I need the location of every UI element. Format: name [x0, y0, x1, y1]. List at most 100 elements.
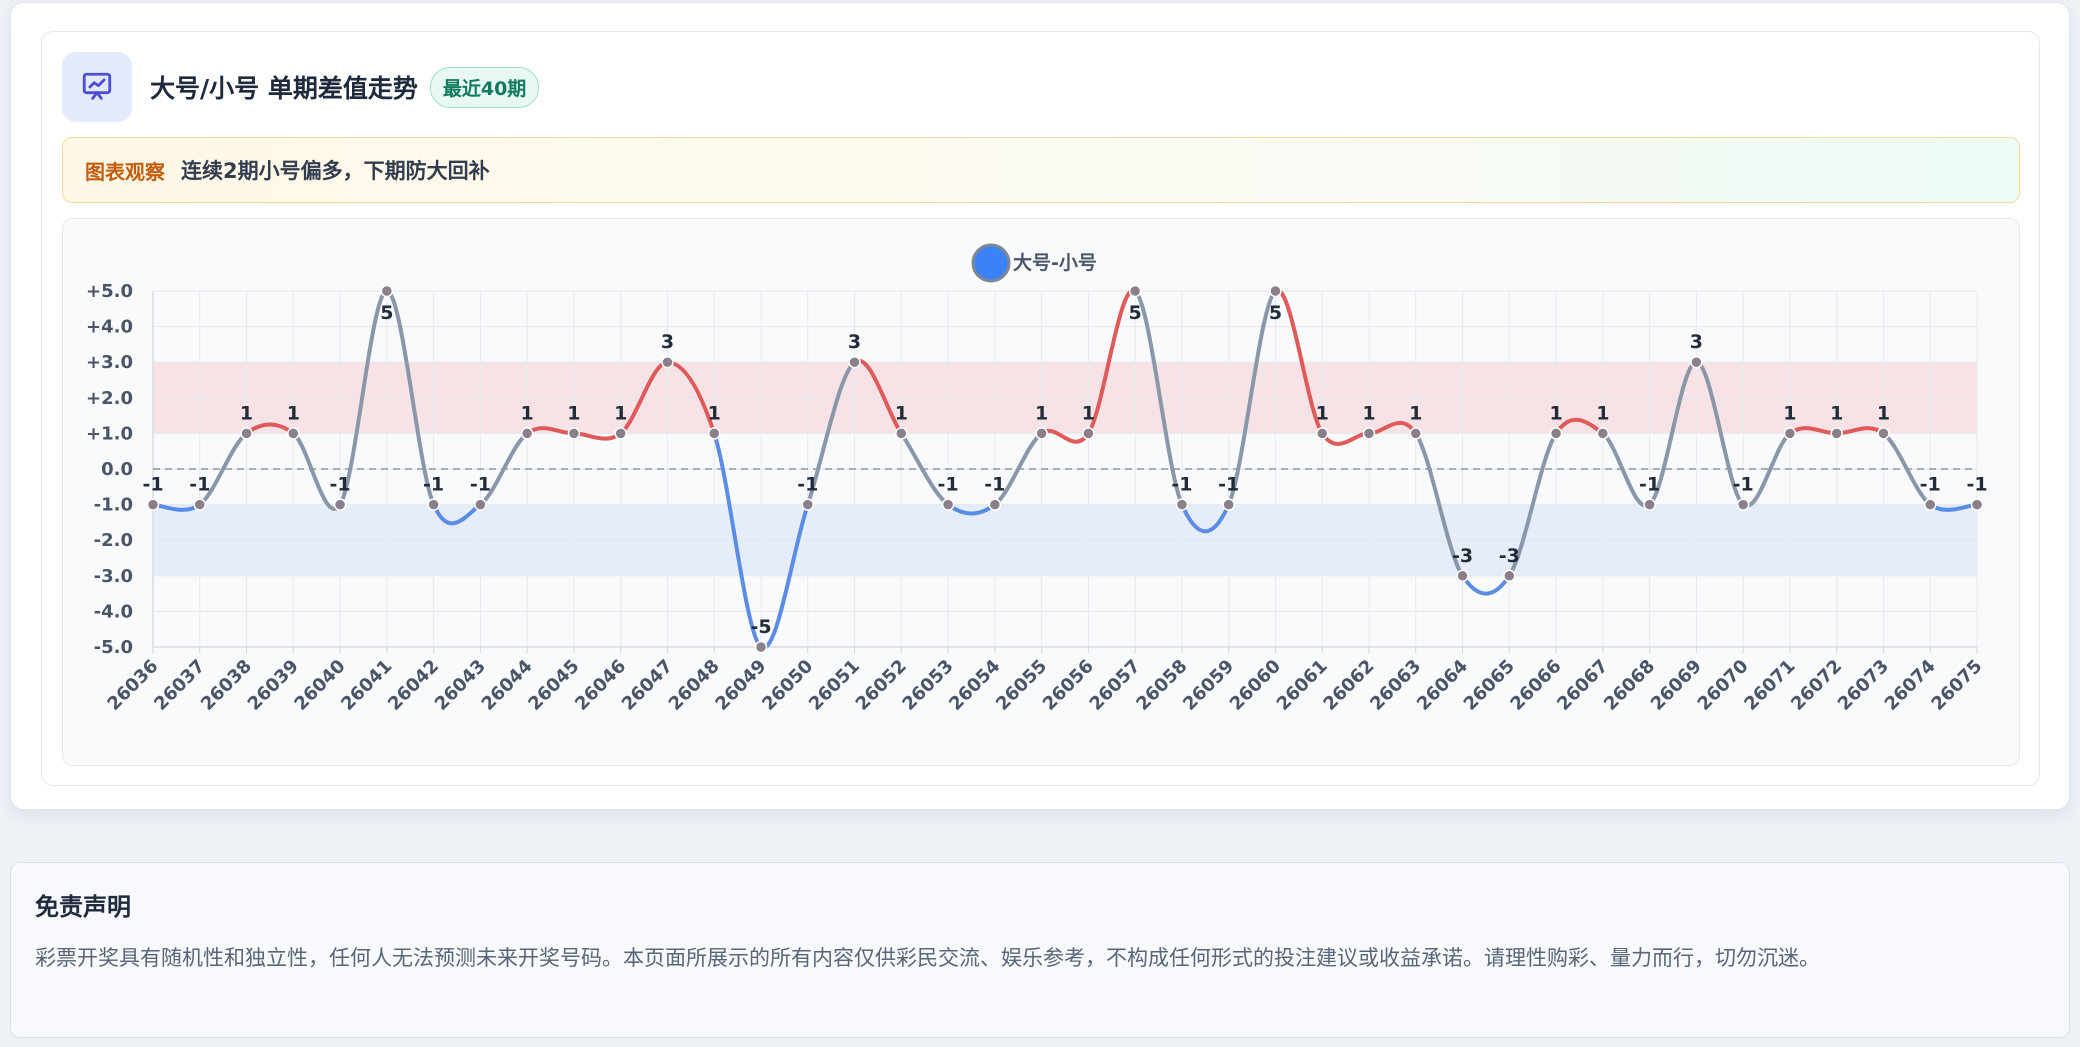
difference-line-chart: +5.0 +4.0 +3.0 +2.0 +1.0 0.0 -1.0 -2.0 -3.0 -4.0 -… [86, 243, 1988, 715]
data-label: -1 [984, 474, 1005, 496]
x-tick-label: 26041 [337, 656, 396, 715]
data-label: 1 [521, 402, 534, 424]
data-point [333, 498, 347, 511]
data-point [1923, 498, 1937, 511]
x-tick-label: 26050 [758, 656, 817, 715]
x-tick-label: 26054 [945, 656, 1004, 715]
data-point [1783, 427, 1797, 440]
data-label: 3 [661, 331, 674, 353]
x-tick-label: 26037 [150, 656, 209, 715]
data-label: -1 [1966, 474, 1987, 496]
x-tick-label: 26057 [1086, 656, 1145, 715]
data-point [567, 427, 581, 440]
series-line-segment [571, 431, 623, 441]
card-title: 大号/小号 单期差值走势 [150, 74, 418, 103]
data-point [1503, 569, 1516, 583]
x-tick-label: 26053 [898, 656, 957, 715]
data-point [240, 427, 253, 440]
data-point [1549, 427, 1563, 440]
x-tick-label: 26070 [1694, 656, 1753, 715]
data-point [941, 498, 955, 511]
x-tick-label: 26058 [1132, 656, 1191, 715]
data-label: -1 [938, 474, 959, 496]
data-point [1409, 427, 1423, 440]
data-label: 1 [708, 402, 721, 424]
data-label: 1 [614, 402, 627, 424]
data-point [380, 284, 394, 298]
x-tick-label: 26071 [1740, 656, 1799, 715]
y-tick-label: +4.0 [86, 317, 133, 338]
x-tick-label: 26066 [1506, 656, 1565, 715]
data-label: 1 [240, 402, 253, 424]
y-tick-label: -4.0 [94, 601, 133, 622]
x-tick-label: 26060 [1226, 656, 1285, 715]
data-label: -1 [142, 474, 163, 496]
legend-marker [971, 243, 1011, 283]
data-label: -1 [470, 474, 491, 496]
data-point [988, 498, 1002, 511]
x-tick-label: 26043 [431, 656, 490, 715]
x-tick-label: 26063 [1366, 656, 1425, 715]
data-label: -1 [189, 474, 210, 496]
data-point [1222, 498, 1235, 511]
data-label: 1 [1877, 402, 1890, 424]
data-point [146, 498, 160, 511]
data-point [1877, 427, 1890, 440]
x-tick-label: 26062 [1319, 656, 1378, 715]
x-tick-label: 26040 [290, 656, 349, 715]
data-point [661, 355, 674, 369]
x-tick-label: 26075 [1927, 656, 1986, 715]
y-tick-label: 0.0 [101, 459, 133, 480]
data-point [895, 427, 908, 440]
series-line-segment [291, 431, 343, 511]
x-tick-label: 26036 [103, 656, 162, 715]
data-point [754, 640, 768, 654]
x-tick-label: 26051 [805, 656, 864, 715]
data-point [474, 498, 487, 511]
observation-tag: 图表观察 [85, 159, 165, 184]
x-tick-label: 26068 [1600, 656, 1659, 715]
x-tick-label: 26072 [1787, 656, 1846, 715]
y-tick-label: +1.0 [86, 423, 133, 444]
x-tick-label: 26044 [478, 656, 537, 715]
y-tick-label: +3.0 [86, 352, 133, 373]
data-label: 1 [1316, 402, 1329, 424]
card-header: 大号/小号 单期差值走势 最近40期 [62, 52, 540, 122]
data-point [1269, 284, 1282, 298]
data-label: 1 [1596, 402, 1609, 424]
data-label: 1 [1549, 402, 1562, 424]
data-label: 3 [848, 331, 861, 353]
data-label: 1 [1783, 402, 1796, 424]
data-label: -3 [1452, 545, 1473, 567]
data-point [1035, 427, 1048, 440]
x-tick-label: 26073 [1834, 656, 1893, 715]
x-tick-label: 26056 [1039, 656, 1098, 715]
data-label: 1 [287, 402, 300, 424]
x-tick-label: 26074 [1881, 656, 1940, 715]
data-point [1596, 427, 1610, 440]
data-point [1128, 284, 1142, 298]
x-tick-label: 26059 [1179, 656, 1238, 715]
data-label: 1 [895, 402, 908, 424]
x-tick-label: 26042 [384, 656, 443, 715]
x-tick-label: 26039 [244, 656, 303, 715]
data-label: 3 [1690, 331, 1703, 353]
data-label: 5 [1129, 302, 1142, 324]
x-tick-label: 26047 [618, 656, 677, 715]
observation-banner: 图表观察 连续2期小号偏多，下期防大回补 [62, 137, 2020, 203]
x-tick-label: 26046 [571, 656, 630, 715]
x-tick-label: 26061 [1273, 656, 1332, 715]
data-point [1175, 498, 1189, 511]
data-label: -1 [1639, 474, 1660, 496]
data-point [1362, 427, 1376, 440]
disclaimer-title: 免责声明 [35, 893, 131, 921]
series-line-segment [1320, 431, 1371, 446]
trend-card: 大号/小号 单期差值走势 最近40期 图表观察 连续2期小号偏多，下期防大回补 … [10, 2, 2070, 810]
observation-text: 连续2期小号偏多，下期防大回补 [181, 159, 490, 183]
x-tick-label: 26067 [1553, 656, 1612, 715]
x-tick-label: 26065 [1460, 656, 1519, 715]
y-tick-label: +5.0 [86, 281, 133, 302]
data-label: -3 [1499, 545, 1520, 567]
data-label: -1 [797, 474, 818, 496]
data-point [193, 498, 207, 511]
